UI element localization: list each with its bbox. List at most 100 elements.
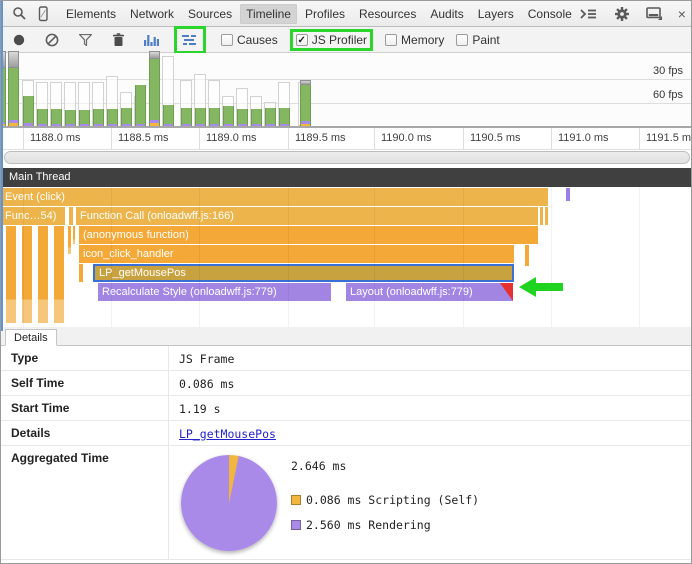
checkbox-paint[interactable]: Paint (456, 33, 499, 47)
flame-bar-layout-onloadwff-js-779-[interactable]: Layout (onloadwff.js:779) (346, 283, 513, 301)
flame-bar[interactable] (79, 264, 83, 282)
frame-bar (8, 68, 19, 126)
frame-bar-rendering-strip (108, 124, 117, 126)
flame-bar-recalculate-style-onloadwff-js-779-[interactable]: Recalculate Style (onloadwff.js:779) (98, 283, 331, 301)
frame-bar (279, 108, 290, 126)
flame-bar-function-call-onloadwff-js-166-[interactable]: Function Call (onloadwff.js:166) (76, 207, 548, 225)
search-icon[interactable] (9, 4, 29, 24)
frame-bar-scripting-strip (150, 123, 159, 126)
flame-bar[interactable] (69, 207, 73, 225)
flame-bar--anonymous-function-[interactable]: (anonymous function) (79, 226, 538, 244)
frame-bar (223, 106, 234, 126)
tab-network[interactable]: Network (124, 4, 180, 24)
flame-bar-event-click-[interactable]: Event (click) (1, 188, 548, 206)
flame-gridline (463, 187, 464, 327)
ruler-divider (374, 128, 375, 149)
frame-bar-rendering-strip (196, 124, 205, 126)
frame-bar (300, 85, 311, 126)
frame-bar (121, 108, 132, 126)
ruler-divider (23, 128, 24, 149)
frame-bar (163, 105, 174, 126)
details-table: TypeJS FrameSelf Time0.086 msStart Time1… (1, 346, 691, 446)
flame-gridline (374, 187, 375, 327)
flame-stripe (54, 226, 64, 323)
legend-text: 2.560 ms Rendering (306, 518, 431, 532)
flame-bar[interactable] (566, 188, 570, 201)
aggregated-time-label: Aggregated Time (1, 446, 169, 559)
timeline-controls-toolbar: Causes ✓JS Profiler Memory Paint (1, 27, 691, 53)
frame-bar-rendering-strip (52, 124, 61, 126)
details-value-link[interactable]: LP_getMousePos (169, 421, 276, 445)
frame-bar-rendering-strip (224, 124, 233, 126)
timeline-overview[interactable]: 30 fps 60 fps (1, 53, 691, 128)
flame-bar-icon-click-handler[interactable]: icon_click_handler (79, 245, 514, 263)
tab-console[interactable]: Console (522, 4, 578, 24)
frame-bar (209, 108, 220, 126)
flame-gridline (288, 187, 289, 327)
tab-profiles[interactable]: Profiles (299, 4, 351, 24)
flame-gridline (111, 187, 112, 327)
filter-icon[interactable] (75, 30, 95, 50)
legend-text: 0.086 ms Scripting (Self) (306, 493, 479, 507)
horizontal-scrollbar[interactable] (4, 151, 690, 164)
frame-bar (195, 108, 206, 126)
flame-chart[interactable]: Main Thread Event (click)Func…54) Functio… (1, 168, 691, 327)
checkbox-label: Memory (401, 33, 444, 47)
frame-bar (65, 110, 76, 126)
device-mode-icon[interactable] (33, 4, 53, 24)
clear-icon[interactable] (42, 30, 62, 50)
ruler-divider (463, 128, 464, 149)
checkbox-js-profiler[interactable]: ✓JS Profiler (290, 29, 373, 51)
checkbox-causes[interactable]: Causes (221, 33, 278, 47)
frame-bar-rendering-strip (66, 124, 75, 126)
frame-bar-rendering-strip (182, 124, 191, 126)
flame-bar-lp-getmousepos[interactable]: LP_getMousePos (93, 264, 514, 282)
ruler-divider (288, 128, 289, 149)
flame-stripe (38, 226, 48, 323)
window-edge-highlight (1, 1, 3, 331)
frames-bars-icon[interactable] (141, 30, 161, 50)
tab-details[interactable]: Details (5, 329, 57, 346)
frame-bar (51, 109, 62, 126)
tab-timeline[interactable]: Timeline (240, 4, 297, 24)
ruler-divider (199, 128, 200, 149)
frame-bar-rendering-strip (150, 120, 159, 123)
checkbox-box-memory[interactable] (385, 34, 397, 46)
ruler-label: 1190.0 ms (381, 132, 432, 144)
tab-audits[interactable]: Audits (424, 4, 469, 24)
toolbar-right-icons: × (579, 4, 688, 24)
tab-layers[interactable]: Layers (472, 4, 520, 24)
tab-sources[interactable]: Sources (182, 4, 238, 24)
frame-bar-rendering-strip (301, 121, 310, 124)
checkbox-box-causes[interactable] (221, 34, 233, 46)
details-row-label: Details (1, 421, 169, 445)
ruler-label: 1190.5 ms (470, 132, 521, 144)
flame-gridline (199, 187, 200, 327)
checkbox-box-paint[interactable] (456, 34, 468, 46)
arrow-shaft (535, 283, 563, 291)
flame-chart-icon[interactable] (180, 30, 200, 50)
tab-resources[interactable]: Resources (353, 4, 422, 24)
close-icon[interactable]: × (678, 7, 686, 21)
record-icon[interactable] (9, 30, 29, 50)
checkbox-memory[interactable]: Memory (385, 33, 444, 47)
trash-icon[interactable] (108, 30, 128, 50)
main-thread-header: Main Thread (1, 168, 691, 187)
frame-bar (237, 109, 248, 126)
settings-gear-icon[interactable] (612, 4, 632, 24)
console-drawer-icon[interactable] (579, 4, 599, 24)
tab-elements[interactable]: Elements (60, 4, 122, 24)
ruler-divider (111, 128, 112, 149)
dock-side-icon[interactable] (645, 4, 665, 24)
flame-bar[interactable] (525, 245, 529, 266)
frame-bar-rendering-strip (38, 124, 47, 126)
checkbox-label: Paint (472, 33, 499, 47)
details-pane: Details TypeJS FrameSelf Time0.086 msSta… (1, 327, 691, 564)
legend-item: 2.560 ms Rendering (291, 518, 479, 532)
frame-bar-rendering-strip (9, 120, 18, 123)
frame-bar-cap (300, 80, 311, 85)
frame-bar-scripting-strip (301, 124, 310, 126)
checkbox-box-js-profiler[interactable]: ✓ (296, 34, 308, 46)
flame-stripe (6, 226, 16, 323)
flame-bar-func-54-[interactable]: Func…54) (1, 207, 65, 225)
